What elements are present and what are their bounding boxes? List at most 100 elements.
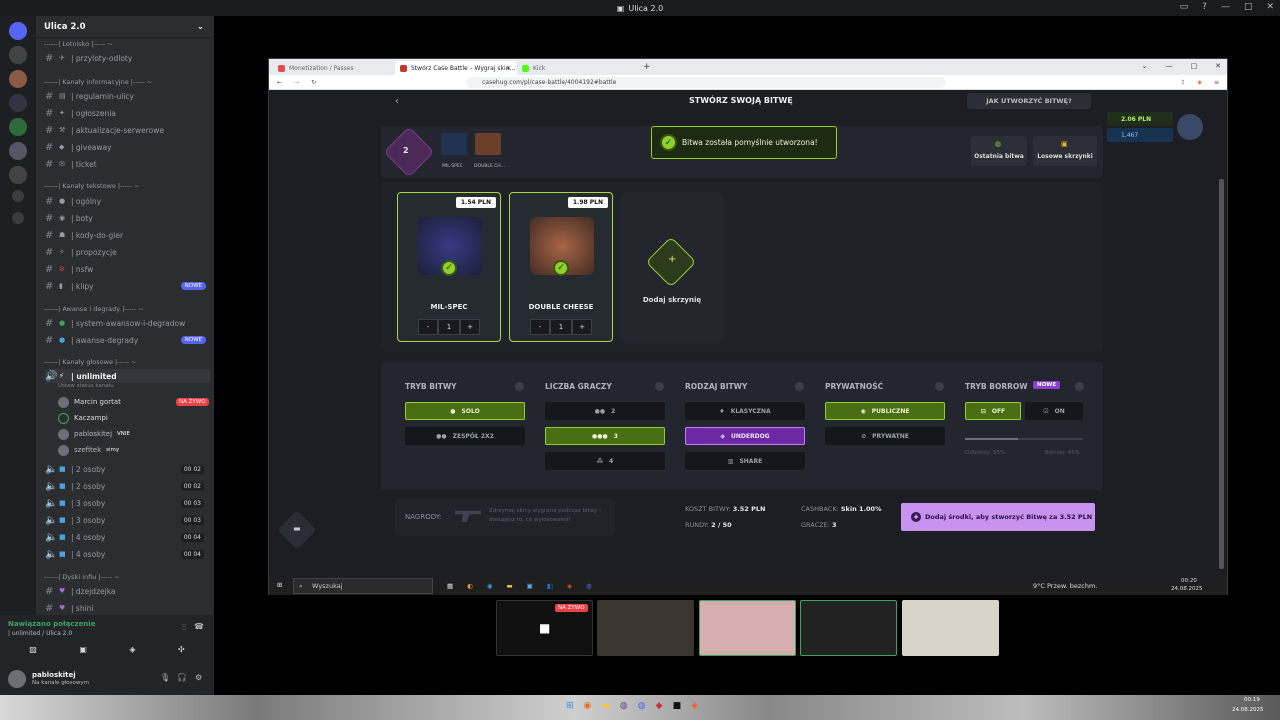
channel-item[interactable]: # ▤ | regulamin-ulicy: [45, 89, 210, 103]
players-2-button[interactable]: ●● 2: [545, 402, 665, 420]
channel-item[interactable]: # ✦ | ogłoszenia: [45, 106, 210, 120]
shield-icon[interactable]: ◈: [1197, 79, 1202, 86]
voice-channel[interactable]: 🔈 ■ | 2 osoby 00 02: [45, 462, 210, 476]
participant-tile[interactable]: [800, 600, 897, 656]
inbox-icon[interactable]: ▭: [1180, 2, 1189, 12]
case-card[interactable]: 1.98 PLN ✓ DOUBLE CHEESE - 1 +: [509, 192, 613, 342]
discord-app-icon[interactable]: ◍: [586, 582, 592, 590]
mini-case[interactable]: [441, 133, 467, 155]
discord-app-icon[interactable]: ◍: [638, 701, 646, 711]
help-icon[interactable]: [655, 382, 664, 391]
app-icon[interactable]: ◍: [620, 701, 628, 711]
taskbar-search-input[interactable]: ⌕ Wyszukaj: [293, 578, 433, 594]
type-underdog-button[interactable]: ◈ UNDERDOG: [685, 427, 805, 445]
tab-casehug[interactable]: Stwórz Case Battle – Wygraj skin… ✕: [395, 61, 517, 75]
channel-item[interactable]: # ● | awanse-degrady NOWE: [45, 333, 210, 347]
soundboard-icon[interactable]: ✣: [178, 645, 185, 659]
voice-user[interactable]: Kaczampi: [58, 411, 108, 425]
last-battle-button[interactable]: ◍ Ostatnia bitwa: [971, 136, 1027, 166]
borrow-on-button[interactable]: ☑ ON: [1025, 402, 1083, 420]
borrow-off-button[interactable]: ⊟ OFF: [965, 402, 1021, 420]
channel-item[interactable]: # ⚒ | aktualizacje-serwerowe: [45, 123, 210, 137]
app-icon[interactable]: ■: [673, 701, 682, 711]
user-avatar[interactable]: [1177, 114, 1203, 140]
channel-item[interactable]: # ⊘ | nsfw: [45, 262, 210, 276]
stream-thumbnail[interactable]: NA ŻYWO ■: [496, 600, 593, 656]
outlook-icon[interactable]: ◧: [547, 582, 553, 590]
brave-icon[interactable]: ◈: [567, 582, 572, 590]
help-icon[interactable]: [935, 382, 944, 391]
page-scrollbar[interactable]: [1219, 179, 1224, 569]
task-view-icon[interactable]: ▦: [447, 582, 453, 590]
close-tab-icon[interactable]: ✕: [506, 65, 511, 72]
voice-user[interactable]: Marcin gortat: [58, 395, 121, 409]
server-icon[interactable]: [9, 94, 27, 112]
user-name[interactable]: pabloskitej: [32, 671, 76, 679]
voice-channel[interactable]: 🔈 ■ | 4 osoby 00 04: [45, 530, 210, 544]
channel-item[interactable]: # ☗ | kody-do-gier: [45, 228, 210, 242]
category[interactable]: ------| Kanały tekstowe |----- ~: [44, 182, 139, 190]
discover-icon[interactable]: [12, 212, 24, 224]
tray-time[interactable]: 00:20: [1181, 578, 1197, 584]
headphones-icon[interactable]: 🎧: [177, 673, 187, 682]
os-time[interactable]: 00:19: [1244, 697, 1260, 703]
points-chip[interactable]: 1,467: [1107, 128, 1173, 142]
noise-suppression-icon[interactable]: ⫶⫶: [182, 623, 186, 633]
create-battle-button[interactable]: + Dodaj środki, aby stworzyć Bitwę za 3.…: [901, 503, 1095, 531]
tab-list-icon[interactable]: ⌄: [1142, 62, 1148, 70]
close-button[interactable]: ✕: [1215, 62, 1221, 70]
menu-icon[interactable]: ≡: [1214, 79, 1219, 86]
start-icon[interactable]: ⊞: [566, 701, 574, 711]
channel-item[interactable]: # ● | ogólny: [45, 194, 210, 208]
mini-case[interactable]: [475, 133, 501, 155]
voice-channel[interactable]: 🔈 ■ | 3 osoby 00 03: [45, 496, 210, 510]
participant-tile[interactable]: [597, 600, 694, 656]
participant-tile[interactable]: [902, 600, 999, 656]
explorer-icon[interactable]: ▬: [507, 582, 513, 590]
channel-item[interactable]: # ♥ | shini: [45, 601, 210, 615]
quantity-input[interactable]: 1: [438, 319, 460, 335]
connection-status[interactable]: Nawiązano połączenie: [8, 620, 95, 628]
decrement-button[interactable]: -: [418, 319, 438, 335]
tab-kick[interactable]: Kick: [517, 61, 639, 75]
minimize-button[interactable]: —: [1166, 62, 1173, 70]
category[interactable]: ------| Dyski infiu |----- ~: [44, 573, 120, 581]
help-icon[interactable]: ?: [1202, 2, 1207, 12]
windows-start-icon[interactable]: ⊞: [277, 581, 282, 589]
video-off-icon[interactable]: ▨: [29, 645, 37, 659]
voice-channel[interactable]: 🔈 ■ | 3 osoby 00 03: [45, 513, 210, 527]
case-card[interactable]: 1.54 PLN ✓ MIL-SPEC - 1 +: [397, 192, 501, 342]
quantity-input[interactable]: 1: [550, 319, 572, 335]
channel-item[interactable]: # ◆ | giveaway: [45, 140, 210, 154]
server-icon[interactable]: [9, 46, 27, 64]
reload-icon[interactable]: ↻: [311, 79, 316, 86]
increment-button[interactable]: +: [572, 319, 592, 335]
back-icon[interactable]: ←: [277, 79, 282, 86]
channel-item[interactable]: # ◉ | boty: [45, 211, 210, 225]
settings-gear-icon[interactable]: ⚙: [195, 673, 202, 682]
mic-icon[interactable]: 🎙: [160, 673, 170, 682]
server-icon[interactable]: [9, 118, 27, 136]
app-icon[interactable]: ◐: [467, 582, 473, 590]
url-input[interactable]: casehug.com/pl/case-battle/4004192#battl…: [466, 76, 947, 88]
type-share-button[interactable]: ▥ SHARE: [685, 452, 805, 470]
players-4-button[interactable]: ⁂ 4: [545, 452, 665, 470]
voice-user[interactable]: szefitek simy: [58, 443, 119, 457]
brave-icon[interactable]: ◈: [691, 701, 698, 711]
server-icon[interactable]: [9, 142, 27, 160]
channel-item[interactable]: # ▮ | klipy NOWE: [45, 279, 210, 293]
os-date[interactable]: 24.08.2025: [1232, 707, 1264, 713]
edge-icon[interactable]: ◉: [487, 582, 493, 590]
how-to-button[interactable]: JAK UTWORZYĆ BITWĘ?: [967, 93, 1091, 109]
privacy-public-button[interactable]: ◉ PUBLICZNE: [825, 402, 945, 420]
voice-channel[interactable]: 🔈 ■ | 2 osoby 00 02: [45, 479, 210, 493]
add-server-icon[interactable]: [12, 190, 24, 202]
channel-item[interactable]: # ♥ | dzejdzejka: [45, 584, 210, 598]
firefox-icon[interactable]: ◉: [584, 701, 592, 711]
store-icon[interactable]: ▣: [527, 582, 533, 590]
add-case-slot[interactable]: + Dodaj skrzynię: [621, 192, 723, 342]
decrement-button[interactable]: -: [530, 319, 550, 335]
voice-user[interactable]: pabloskitej VNIE: [58, 427, 130, 441]
channel-item[interactable]: # ● | system-awansow-i-degradow: [45, 316, 210, 330]
increment-button[interactable]: +: [460, 319, 480, 335]
